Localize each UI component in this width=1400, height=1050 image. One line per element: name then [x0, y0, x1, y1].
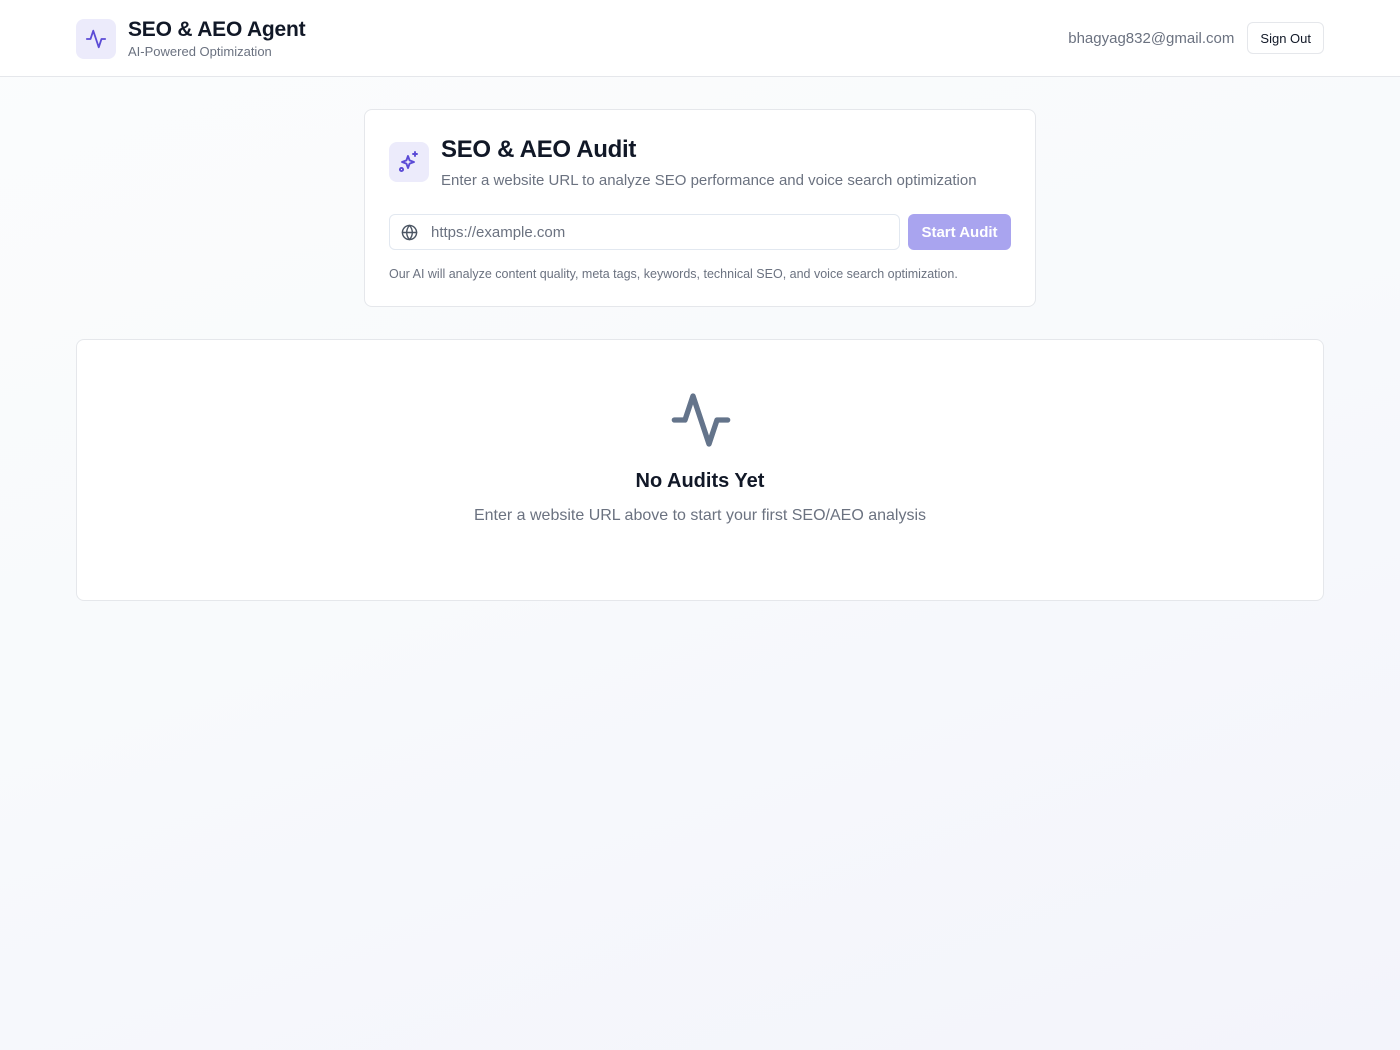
url-form: Start Audit: [389, 214, 1011, 250]
activity-icon: [669, 388, 733, 452]
brand: SEO & AEO Agent AI-Powered Optimization: [76, 18, 306, 60]
start-audit-button[interactable]: Start Audit: [908, 214, 1011, 250]
audit-title: SEO & AEO Audit: [441, 136, 637, 163]
audit-card: SEO & AEO Audit Enter a website URL to a…: [364, 109, 1036, 307]
url-input[interactable]: [431, 223, 871, 241]
empty-state-title: No Audits Yet: [635, 470, 765, 492]
empty-state-card: No Audits Yet Enter a website URL above …: [76, 339, 1324, 601]
globe-icon: [401, 224, 418, 241]
audit-text: SEO & AEO Audit Enter a website URL to a…: [441, 136, 977, 190]
url-field[interactable]: [389, 214, 900, 250]
sparkles-icon: [389, 142, 429, 182]
audit-note: Our AI will analyze content quality, met…: [389, 267, 958, 281]
audit-description: Enter a website URL to analyze SEO perfo…: [441, 172, 977, 189]
app-title: SEO & AEO Agent: [128, 18, 306, 41]
user-area: bhagyag832@gmail.com Sign Out: [1068, 22, 1324, 54]
audit-header: SEO & AEO Audit Enter a website URL to a…: [389, 136, 977, 190]
brand-text: SEO & AEO Agent AI-Powered Optimization: [128, 18, 306, 60]
app-header: SEO & AEO Agent AI-Powered Optimization …: [0, 0, 1400, 77]
user-email: bhagyag832@gmail.com: [1068, 29, 1235, 47]
sign-out-button[interactable]: Sign Out: [1247, 22, 1324, 54]
empty-state-description: Enter a website URL above to start your …: [473, 507, 927, 524]
activity-icon: [76, 19, 116, 59]
app-subtitle: AI-Powered Optimization: [128, 44, 272, 59]
